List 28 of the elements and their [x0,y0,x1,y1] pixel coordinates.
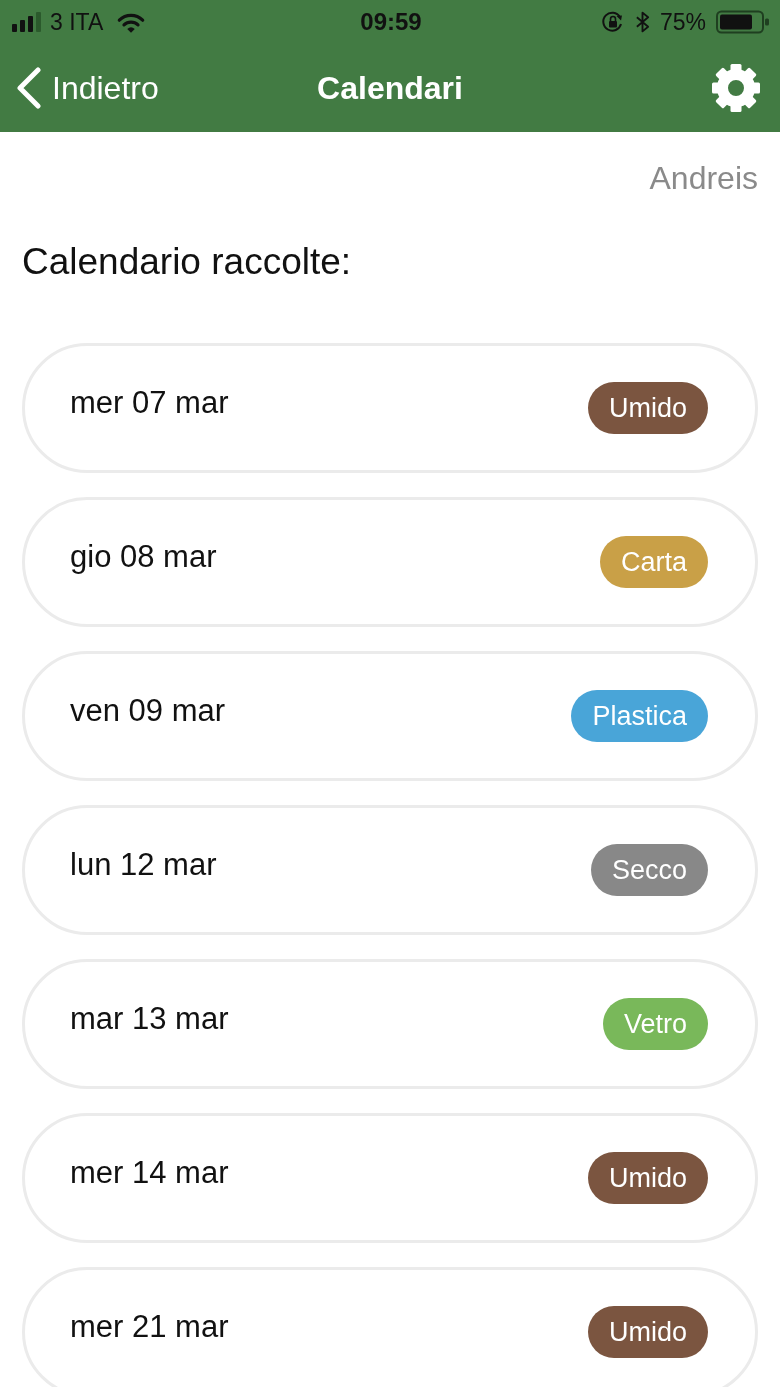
screen-title: Calendari [317,69,463,107]
collection-date: mar 13 mar [70,1001,229,1037]
battery-percent: 75% [659,8,706,36]
settings-icon[interactable] [712,64,760,112]
waste-type-tag: Umido [587,382,708,434]
bluetooth-icon [634,10,650,34]
back-button[interactable]: Indietro [16,67,159,109]
status-time: 09:59 [360,8,422,36]
collection-date: mer 07 mar [70,385,229,421]
collection-date: ven 09 mar [70,693,226,729]
battery-icon [716,10,770,34]
collection-date: gio 08 mar [70,539,217,575]
section-heading: Calendario raccolte: [21,240,353,284]
waste-type-tag: Plastica [571,690,708,742]
carrier-name: 3 ITA [50,8,104,36]
waste-type-tag: Umido [587,1152,708,1204]
wifi-icon [117,11,146,33]
rotation-lock-icon [600,10,625,34]
waste-type-tag: Vetro [602,998,708,1050]
collection-date: mer 14 mar [70,1155,229,1191]
collection-date: mer 21 mar [70,1309,229,1345]
waste-type-tag: Umido [587,1306,708,1358]
chevron-left-icon [16,67,42,109]
user-name: Andreis [648,159,759,198]
waste-type-tag: Secco [590,844,708,896]
signal-bars-icon [12,12,42,32]
waste-type-tag: Carta [599,536,708,588]
collection-date: lun 12 mar [70,847,217,883]
